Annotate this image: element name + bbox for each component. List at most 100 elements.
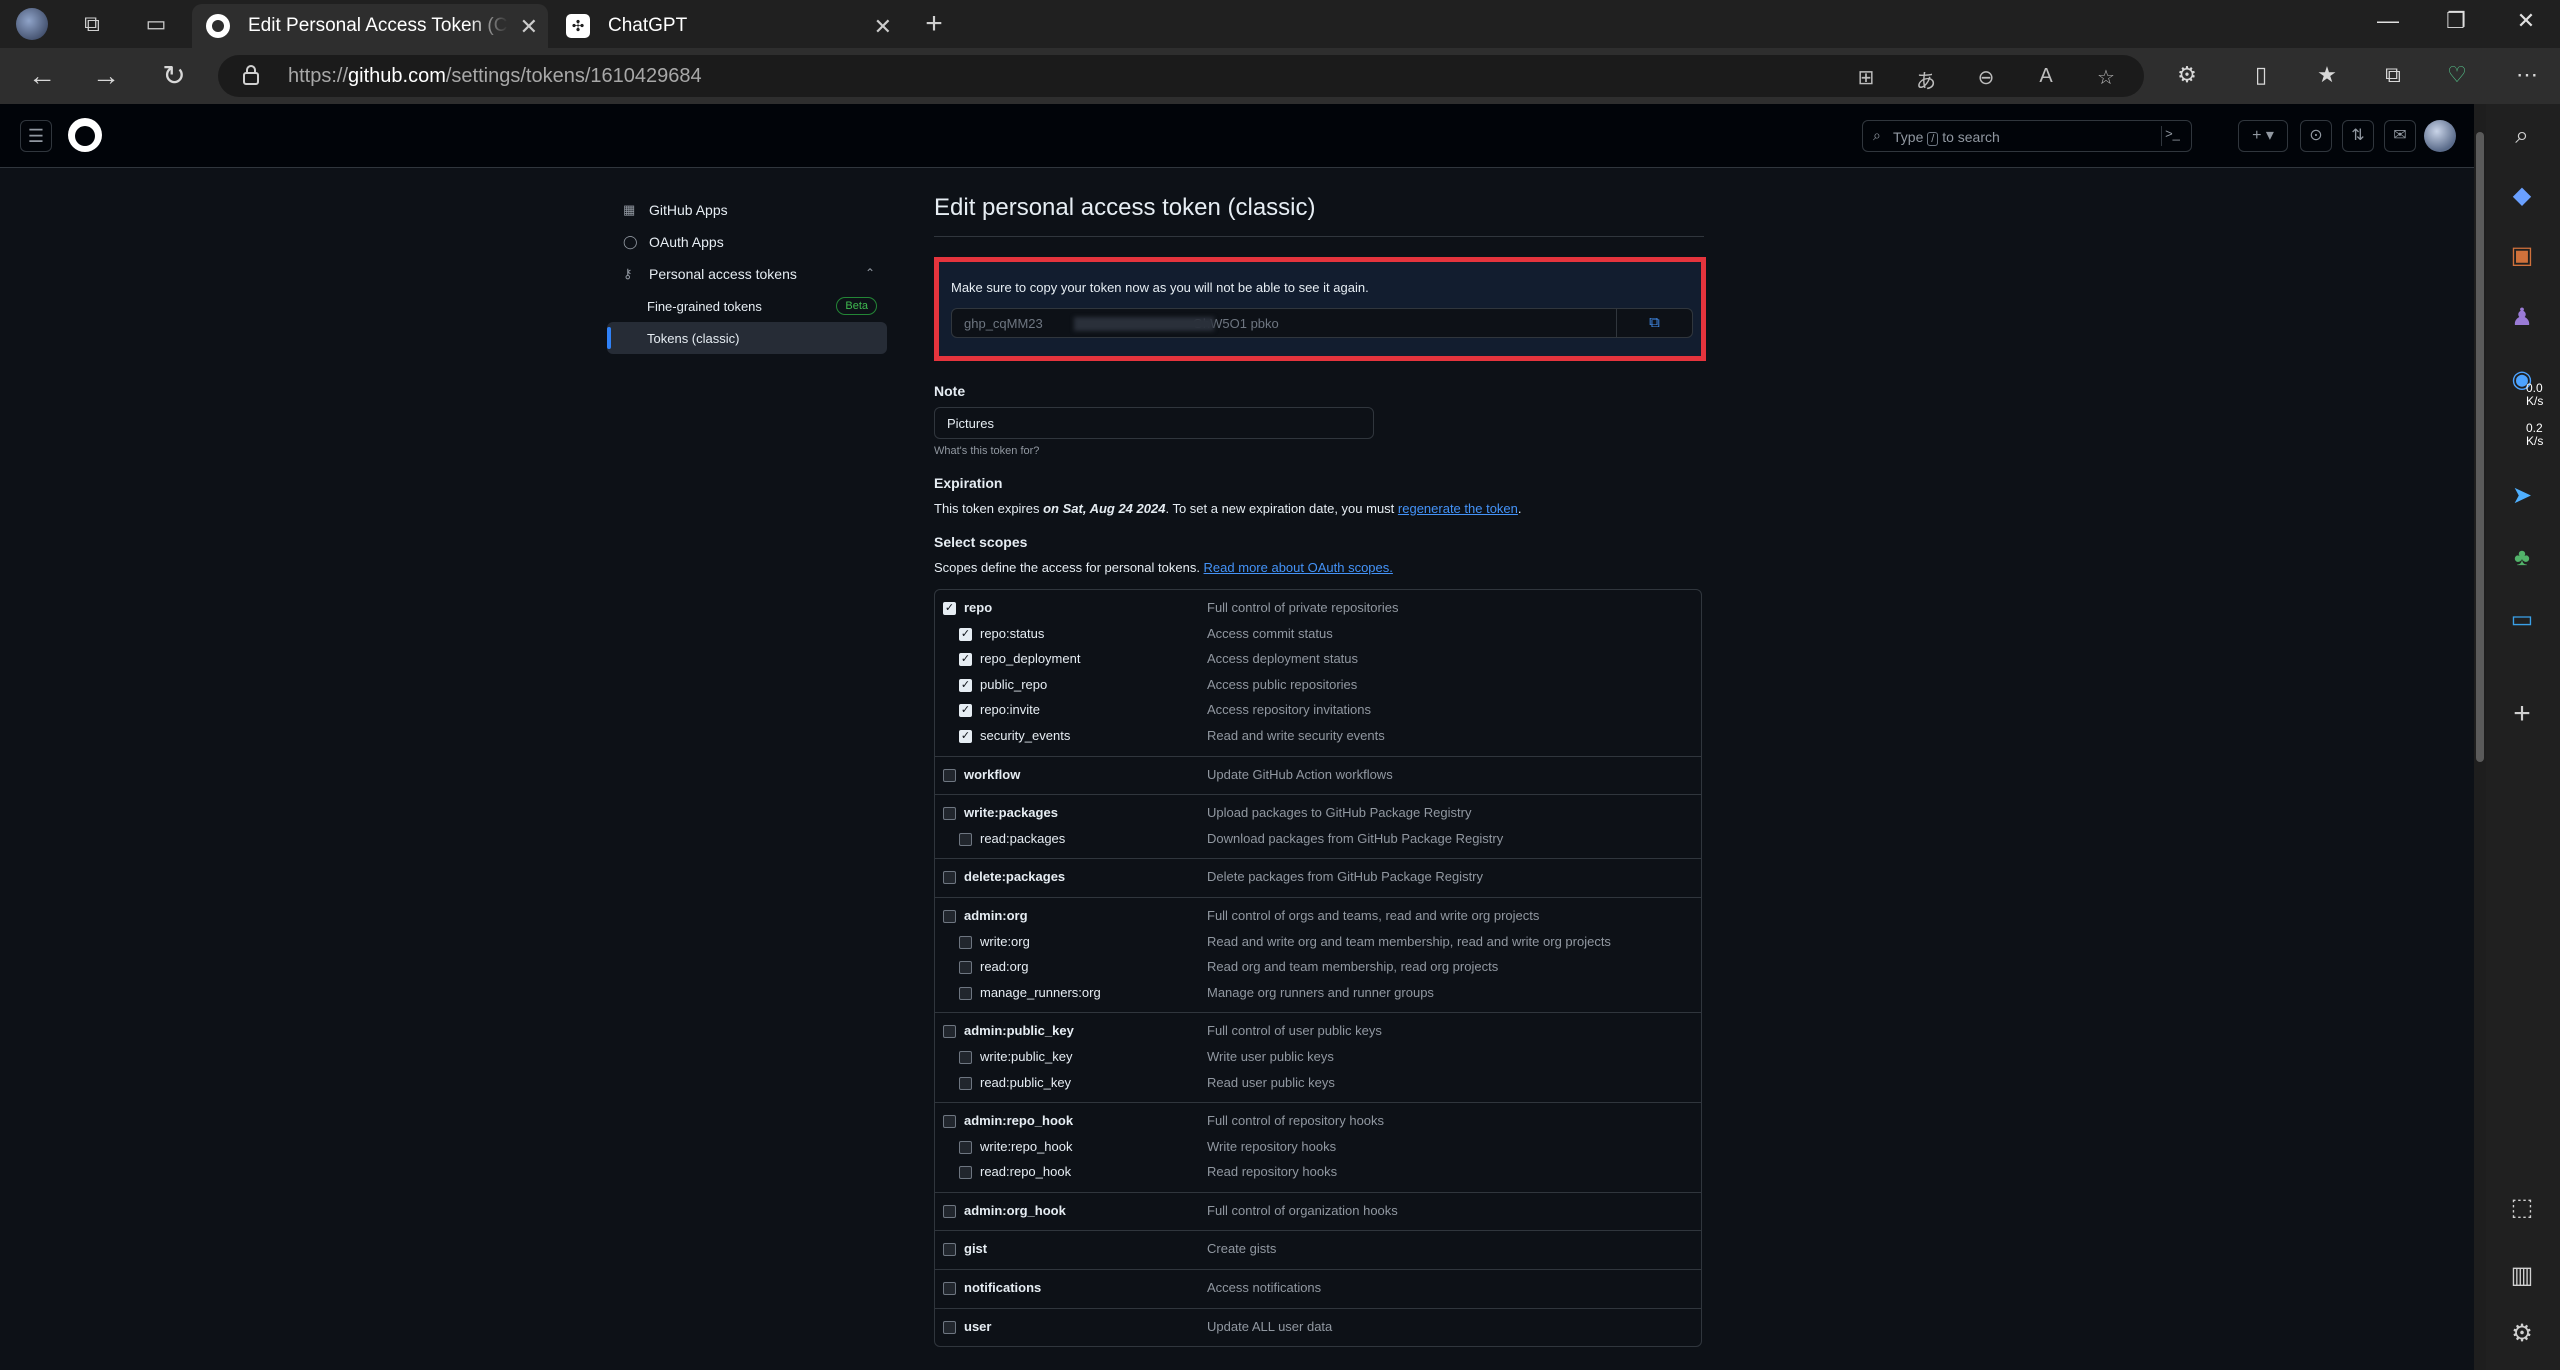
split-screen-icon[interactable]: ▯ bbox=[2246, 60, 2276, 90]
scope-name[interactable]: manage_runners:org bbox=[980, 985, 1101, 1000]
extensions-icon[interactable]: ⚙ bbox=[2172, 60, 2202, 90]
sidebar-item-personal-access-tokens[interactable]: ⚷ Personal access tokens ⌃ bbox=[607, 258, 887, 290]
scope-name[interactable]: write:repo_hook bbox=[980, 1139, 1073, 1154]
scope-name[interactable]: admin:org_hook bbox=[964, 1203, 1066, 1218]
sidebar-item-oauth-apps[interactable]: ◯ OAuth Apps bbox=[607, 226, 887, 258]
games-icon[interactable]: ♟ bbox=[2504, 300, 2540, 336]
scope-name[interactable]: repo:status bbox=[980, 626, 1044, 641]
scope-checkbox[interactable]: ✓ bbox=[959, 653, 972, 667]
scope-checkbox[interactable] bbox=[943, 807, 956, 821]
profile-avatar-icon[interactable] bbox=[16, 8, 48, 40]
scope-name[interactable]: gist bbox=[964, 1241, 987, 1256]
paper-plane-icon[interactable]: ➤ bbox=[2504, 478, 2540, 514]
oauth-scopes-link[interactable]: Read more about OAuth scopes. bbox=[1204, 560, 1393, 575]
screenshot-icon[interactable]: ⬚ bbox=[2504, 1190, 2540, 1226]
scope-checkbox[interactable] bbox=[943, 909, 956, 923]
workspaces-icon[interactable]: ⧉ bbox=[78, 10, 106, 38]
scope-name[interactable]: admin:public_key bbox=[964, 1023, 1074, 1038]
scope-name[interactable]: security_events bbox=[980, 728, 1070, 743]
inbox-icon[interactable]: ✉ bbox=[2384, 120, 2416, 152]
scope-checkbox[interactable] bbox=[959, 832, 972, 846]
scope-name[interactable]: public_repo bbox=[980, 677, 1047, 692]
translate-icon[interactable]: あ bbox=[1912, 65, 1940, 93]
favorites-icon[interactable]: ★ bbox=[2312, 60, 2342, 90]
scope-checkbox[interactable] bbox=[959, 986, 972, 1000]
scope-checkbox[interactable]: ✓ bbox=[959, 627, 972, 641]
scope-checkbox[interactable] bbox=[943, 1204, 956, 1218]
scope-checkbox[interactable] bbox=[943, 768, 956, 782]
sidebar-item-github-apps[interactable]: ▦ GitHub Apps bbox=[607, 194, 887, 226]
pull-requests-icon[interactable]: ⇅ bbox=[2342, 120, 2374, 152]
search-input[interactable]: ⌕ Type / to search >_ bbox=[1862, 120, 2192, 152]
scrollbar-thumb[interactable] bbox=[2476, 132, 2484, 762]
scope-checkbox[interactable] bbox=[943, 1115, 956, 1129]
scope-checkbox[interactable] bbox=[943, 1282, 956, 1296]
scope-name[interactable]: write:public_key bbox=[980, 1049, 1073, 1064]
add-icon[interactable]: + bbox=[2504, 696, 2540, 732]
restore-icon[interactable]: ❐ bbox=[2436, 8, 2476, 34]
tab-github-token[interactable]: Edit Personal Access Token (Classic) ✕ bbox=[192, 4, 548, 48]
note-input[interactable]: Pictures bbox=[934, 407, 1374, 439]
scope-checkbox[interactable] bbox=[943, 871, 956, 885]
user-avatar[interactable] bbox=[2424, 120, 2456, 152]
scope-name[interactable]: repo_deployment bbox=[980, 651, 1080, 666]
issues-icon[interactable]: ⊙ bbox=[2300, 120, 2332, 152]
scope-checkbox[interactable] bbox=[959, 1166, 972, 1180]
scope-checkbox[interactable]: ✓ bbox=[959, 729, 972, 743]
scope-checkbox[interactable]: ✓ bbox=[943, 602, 956, 615]
close-tab-icon[interactable]: ✕ bbox=[874, 14, 892, 40]
page-scrollbar[interactable] bbox=[2474, 104, 2486, 1370]
scope-checkbox[interactable] bbox=[959, 935, 972, 949]
close-tab-icon[interactable]: ✕ bbox=[520, 14, 538, 40]
scope-name[interactable]: read:repo_hook bbox=[980, 1164, 1071, 1179]
copy-icon[interactable]: ⧉ bbox=[1616, 309, 1692, 337]
scope-checkbox[interactable]: ✓ bbox=[959, 704, 972, 718]
scope-name[interactable]: admin:repo_hook bbox=[964, 1113, 1073, 1128]
vertical-tabs-icon[interactable]: ▭ bbox=[142, 10, 170, 38]
scope-name[interactable]: user bbox=[964, 1319, 991, 1334]
forward-icon[interactable]: → bbox=[90, 60, 122, 92]
settings-gear-icon[interactable]: ⚙ bbox=[2504, 1316, 2540, 1352]
scope-name[interactable]: repo bbox=[964, 600, 992, 615]
scope-checkbox[interactable] bbox=[959, 961, 972, 975]
scope-checkbox[interactable]: ✓ bbox=[959, 678, 972, 692]
scope-name[interactable]: delete:packages bbox=[964, 869, 1065, 884]
more-menu-icon[interactable]: ⋯ bbox=[2512, 60, 2542, 90]
bilibili-tv-icon[interactable]: ▭ bbox=[2504, 602, 2540, 638]
token-value-field[interactable]: ghp_cqMM23 GhW5O1 pbko ⧉ bbox=[951, 308, 1693, 338]
tools-briefcase-icon[interactable]: ▣ bbox=[2504, 238, 2540, 274]
collections-icon[interactable]: ⧉ bbox=[2378, 60, 2408, 90]
scope-name[interactable]: repo:invite bbox=[980, 702, 1040, 717]
scope-name[interactable]: read:org bbox=[980, 959, 1028, 974]
sidebar-item-fine-grained-tokens[interactable]: Fine-grained tokens Beta bbox=[607, 290, 887, 322]
scope-name[interactable]: write:org bbox=[980, 934, 1030, 949]
scope-name[interactable]: workflow bbox=[964, 767, 1020, 782]
scope-checkbox[interactable] bbox=[943, 1025, 956, 1039]
scope-name[interactable]: admin:org bbox=[964, 908, 1028, 923]
menu-hamburger-icon[interactable]: ☰ bbox=[20, 120, 52, 152]
shopping-tag-icon[interactable]: ◆ bbox=[2504, 178, 2540, 214]
read-aloud-icon[interactable]: A bbox=[2032, 65, 2060, 89]
scope-name[interactable]: read:public_key bbox=[980, 1075, 1071, 1090]
scope-name[interactable]: notifications bbox=[964, 1280, 1041, 1295]
close-window-icon[interactable]: ✕ bbox=[2506, 8, 2546, 34]
app-available-icon[interactable]: ⊞ bbox=[1852, 65, 1880, 89]
scope-checkbox[interactable] bbox=[943, 1320, 956, 1334]
scope-checkbox[interactable] bbox=[959, 1140, 972, 1154]
tree-icon[interactable]: ♣ bbox=[2504, 540, 2540, 576]
new-tab-icon[interactable]: + bbox=[920, 9, 948, 39]
github-logo-icon[interactable] bbox=[68, 118, 102, 152]
command-palette-icon[interactable]: >_ bbox=[2161, 126, 2183, 146]
address-bar[interactable]: https://github.com/settings/tokens/16104… bbox=[218, 55, 2144, 97]
scope-name[interactable]: write:packages bbox=[964, 805, 1058, 820]
tab-chatgpt[interactable]: ✣ ChatGPT ✕ bbox=[552, 4, 902, 48]
favorite-star-icon[interactable]: ☆ bbox=[2092, 65, 2120, 89]
zoom-out-icon[interactable]: ⊖ bbox=[1972, 65, 2000, 89]
back-icon[interactable]: ← bbox=[26, 60, 58, 92]
minimize-icon[interactable]: — bbox=[2368, 8, 2408, 34]
refresh-icon[interactable]: ↻ bbox=[158, 60, 190, 92]
scope-checkbox[interactable] bbox=[959, 1076, 972, 1090]
scope-checkbox[interactable] bbox=[959, 1050, 972, 1064]
sidebar-item-tokens-classic[interactable]: Tokens (classic) bbox=[607, 322, 887, 354]
scope-name[interactable]: read:packages bbox=[980, 831, 1065, 846]
